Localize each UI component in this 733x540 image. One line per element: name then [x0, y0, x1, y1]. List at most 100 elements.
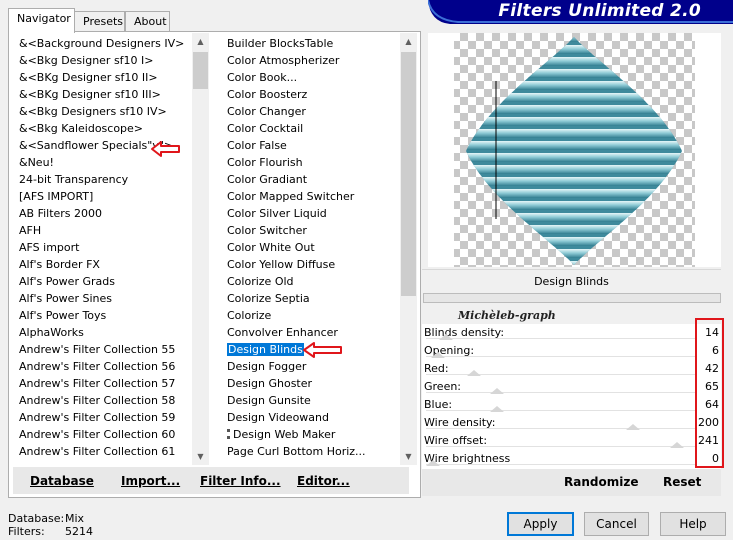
list-item[interactable]: Colorize Old: [221, 273, 400, 290]
list-item[interactable]: &<Bkg Kaleidoscope>: [13, 120, 192, 137]
randomize-button[interactable]: Randomize: [564, 475, 638, 489]
list-item[interactable]: AFS import: [13, 239, 192, 256]
param-slider[interactable]: [426, 388, 697, 394]
list-item[interactable]: Alf's Border FX: [13, 256, 192, 273]
scroll-thumb[interactable]: [401, 52, 416, 296]
list-item[interactable]: Andrew's Filter Collection 58: [13, 392, 192, 409]
list-item[interactable]: Color Cocktail: [221, 120, 400, 137]
tab-about[interactable]: About: [125, 11, 170, 32]
param-slider[interactable]: [426, 460, 697, 466]
param-row[interactable]: Red: 42: [422, 360, 721, 377]
slider-thumb[interactable]: [431, 352, 445, 358]
list-item[interactable]: &<Background Designers IV>: [13, 35, 192, 52]
param-slider[interactable]: [426, 424, 697, 430]
database-button[interactable]: Database: [30, 474, 94, 488]
param-slider[interactable]: [426, 334, 697, 340]
category-list[interactable]: &<Background Designers IV> &<Bkg Designer…: [13, 33, 209, 465]
list-item[interactable]: &<BKg Designer sf10 II>: [13, 69, 192, 86]
list-item[interactable]: Design Ghoster: [221, 375, 400, 392]
category-scrollbar[interactable]: ▲ ▼: [192, 33, 209, 465]
scroll-down-icon[interactable]: ▼: [192, 448, 209, 465]
param-row[interactable]: Opening: 6: [422, 342, 721, 359]
param-slider[interactable]: [426, 352, 697, 358]
list-item[interactable]: Colorize: [221, 307, 400, 324]
list-item[interactable]: [AFS IMPORT]: [13, 188, 192, 205]
param-row[interactable]: Wire offset: 241: [422, 432, 721, 449]
list-item[interactable]: Andrew's Filter Collection 55: [13, 341, 192, 358]
import-button[interactable]: Import...: [121, 474, 180, 488]
slider-thumb[interactable]: [490, 406, 504, 412]
list-item[interactable]: Color Gradiant: [221, 171, 400, 188]
list-item[interactable]: Color Boosterz: [221, 86, 400, 103]
list-item[interactable]: Design Fogger: [221, 358, 400, 375]
list-item-label: AB Filters 2000: [19, 207, 103, 220]
list-item[interactable]: Color Atmospherizer: [221, 52, 400, 69]
list-item[interactable]: Color Mapped Switcher: [221, 188, 400, 205]
param-row[interactable]: Blue: 64: [422, 396, 721, 413]
list-item[interactable]: Design Gunsite: [221, 392, 400, 409]
drag-grip-icon: [227, 429, 230, 439]
param-slider[interactable]: [426, 370, 697, 376]
param-row[interactable]: Wire brightness 0: [422, 450, 721, 467]
scroll-up-icon[interactable]: ▲: [400, 33, 417, 50]
list-item[interactable]: Design Web Maker: [221, 426, 400, 443]
param-row[interactable]: Green: 65: [422, 378, 721, 395]
list-item[interactable]: AlphaWorks: [13, 324, 192, 341]
list-item[interactable]: 24-bit Transparency: [13, 171, 192, 188]
list-item-label: Alf's Power Toys: [19, 309, 107, 322]
list-item[interactable]: Alf's Power Sines: [13, 290, 192, 307]
list-item[interactable]: Color Switcher: [221, 222, 400, 239]
list-item[interactable]: Andrew's Filter Collection 60: [13, 426, 192, 443]
list-item[interactable]: Color Yellow Diffuse: [221, 256, 400, 273]
list-item[interactable]: AFH: [13, 222, 192, 239]
apply-button[interactable]: Apply: [507, 512, 574, 536]
list-item[interactable]: Andrew's Filter Collection 61: [13, 443, 192, 460]
list-item[interactable]: AB Filters 2000: [13, 205, 192, 222]
cancel-button[interactable]: Cancel: [584, 512, 649, 536]
slider-thumb[interactable]: [426, 460, 440, 466]
list-item[interactable]: Color Flourish: [221, 154, 400, 171]
editor-button[interactable]: Editor...: [297, 474, 350, 488]
param-slider[interactable]: [426, 406, 697, 412]
list-item[interactable]: Builder BlocksTable: [221, 35, 400, 52]
list-item[interactable]: Alf's Power Grads: [13, 273, 192, 290]
tab-presets[interactable]: Presets: [74, 11, 125, 32]
filter-info-button[interactable]: Filter Info...: [200, 474, 281, 488]
list-item[interactable]: &<Bkg Designer sf10 I>: [13, 52, 192, 69]
param-row[interactable]: Blinds density: 14: [422, 324, 721, 341]
filter-list[interactable]: Builder BlocksTable Color Atmospherizer Co…: [221, 33, 417, 465]
slider-thumb[interactable]: [439, 334, 453, 340]
list-item-label: Alf's Border FX: [19, 258, 100, 271]
filter-scrollbar[interactable]: ▲ ▼: [400, 33, 417, 465]
param-slider[interactable]: [426, 442, 697, 448]
reset-button[interactable]: Reset: [663, 475, 701, 489]
slider-thumb[interactable]: [490, 388, 504, 394]
list-item[interactable]: Color Silver Liquid: [221, 205, 400, 222]
list-item[interactable]: Color White Out: [221, 239, 400, 256]
list-item[interactable]: Color False: [221, 137, 400, 154]
scroll-down-icon[interactable]: ▼: [400, 448, 417, 465]
list-item[interactable]: &<Bkg Designers sf10 IV>: [13, 103, 192, 120]
list-item[interactable]: Alf's Power Toys: [13, 307, 192, 324]
list-item-label: &<Bkg Designers sf10 IV>: [19, 105, 167, 118]
slider-thumb[interactable]: [467, 370, 481, 376]
list-item[interactable]: Colorize Septia: [221, 290, 400, 307]
tab-navigator[interactable]: Navigator: [8, 8, 75, 33]
list-item[interactable]: Color Book...: [221, 69, 400, 86]
list-item[interactable]: Design Videowand: [221, 409, 400, 426]
slider-thumb[interactable]: [670, 442, 684, 448]
list-item[interactable]: Andrew's Filter Collection 59: [13, 409, 192, 426]
list-item[interactable]: Page Curl Bottom Horiz...: [221, 443, 400, 460]
help-button[interactable]: Help: [660, 512, 726, 536]
scroll-thumb[interactable]: [193, 52, 208, 89]
list-item[interactable]: Andrew's Filter Collection 56: [13, 358, 192, 375]
list-item[interactable]: Andrew's Filter Collection 57: [13, 375, 192, 392]
list-item[interactable]: Convolver Enhancer: [221, 324, 400, 341]
scroll-up-icon[interactable]: ▲: [192, 33, 209, 50]
param-row[interactable]: Wire density: 200: [422, 414, 721, 431]
list-item-label: Color Mapped Switcher: [227, 190, 355, 203]
slider-thumb[interactable]: [626, 424, 640, 430]
list-item[interactable]: Color Changer: [221, 103, 400, 120]
list-item[interactable]: &<BKg Designer sf10 III>: [13, 86, 192, 103]
list-item-label: &<Background Designers IV>: [19, 37, 185, 50]
